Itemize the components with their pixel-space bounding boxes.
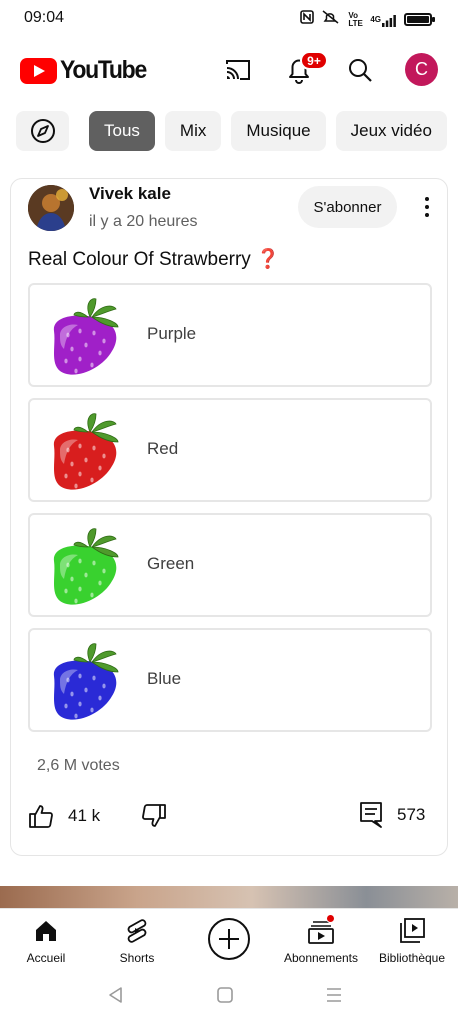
- battery-icon: [404, 13, 435, 26]
- explore-chip[interactable]: [16, 111, 69, 151]
- chip-mix[interactable]: Mix: [164, 111, 222, 151]
- poll-option-label: Purple: [147, 324, 197, 343]
- status-time: 09:04: [24, 9, 65, 26]
- recents-icon[interactable]: [325, 986, 343, 1009]
- comment-count: 573: [397, 805, 426, 824]
- chip-tous[interactable]: Tous: [89, 111, 155, 151]
- nav-label: Shorts: [119, 951, 155, 965]
- strawberry-image: [53, 643, 119, 720]
- strawberry-image: [53, 413, 119, 490]
- home-icon: [0, 917, 92, 945]
- like-button[interactable]: 41 k: [28, 803, 100, 829]
- thumbs-up-icon: [29, 805, 53, 828]
- app-header: YouTube 9+: [0, 46, 458, 94]
- subscribe-button[interactable]: S'abonner: [298, 186, 397, 228]
- like-count: 41 k: [68, 806, 101, 825]
- question-emoji: ❓: [256, 249, 280, 270]
- poll-option-label: Red: [147, 439, 179, 458]
- logo-text: YouTube: [60, 56, 147, 84]
- more-options-icon[interactable]: [419, 196, 435, 218]
- library-icon: [366, 917, 458, 945]
- dislike-button[interactable]: [141, 803, 167, 829]
- system-navigation: [0, 972, 458, 1024]
- poll-option-red[interactable]: Red: [28, 398, 432, 502]
- comments-button[interactable]: 573: [359, 801, 425, 829]
- poll-option-purple[interactable]: Purple: [28, 283, 432, 387]
- bottom-navigation: Accueil Shorts Abonnements Bibliothèque: [0, 908, 458, 972]
- nav-label: Abonnements: [283, 951, 359, 965]
- strawberry-image: [53, 528, 119, 605]
- poll-option-blue[interactable]: Blue: [28, 628, 432, 732]
- comment-icon: [360, 802, 382, 828]
- post-time: il y a 20 heures: [89, 213, 198, 230]
- create-button[interactable]: [208, 918, 250, 960]
- vote-count: 2,6 M votes: [37, 757, 120, 774]
- community-post: Vivek kale il y a 20 heures S'abonner Re…: [10, 178, 448, 856]
- mute-icon: [322, 10, 340, 29]
- nav-label: Accueil: [26, 951, 66, 965]
- chip-jeux-video[interactable]: Jeux vidéo: [335, 111, 447, 151]
- post-text: Real Colour Of Strawberry ❓: [28, 247, 280, 271]
- notifications-button[interactable]: 9+: [283, 51, 328, 86]
- poll-option-green[interactable]: Green: [28, 513, 432, 617]
- compass-icon: [30, 119, 55, 143]
- back-icon[interactable]: [107, 986, 123, 1009]
- channel-avatar[interactable]: [28, 185, 74, 231]
- nav-shorts[interactable]: Shorts: [91, 917, 183, 965]
- nav-accueil[interactable]: Accueil: [0, 917, 92, 965]
- cast-icon[interactable]: [222, 54, 254, 86]
- nfc-icon: [300, 10, 315, 29]
- shorts-icon: [91, 917, 183, 945]
- status-icons: Vo LTE 4G: [300, 10, 435, 29]
- channel-name[interactable]: Vivek kale: [89, 184, 171, 204]
- poll-option-label: Blue: [147, 669, 182, 688]
- post-actions: 41 k 573: [11, 799, 449, 835]
- nav-bibliotheque[interactable]: Bibliothèque: [366, 917, 458, 965]
- poll-option-label: Green: [147, 554, 195, 573]
- home-system-icon[interactable]: [216, 986, 234, 1009]
- account-avatar[interactable]: C: [405, 53, 438, 86]
- create-icon: [219, 929, 239, 949]
- nav-abonnements[interactable]: Abonnements: [275, 914, 367, 965]
- next-video-thumbnail[interactable]: [0, 886, 458, 908]
- status-bar: 09:04 Vo LTE 4G: [0, 0, 458, 38]
- new-content-dot: [326, 914, 335, 923]
- search-icon[interactable]: [344, 54, 376, 86]
- strawberry-image: [53, 298, 119, 375]
- notification-badge: 9+: [300, 51, 328, 70]
- volte-icon: Vo LTE: [348, 10, 363, 28]
- youtube-logo[interactable]: YouTube: [20, 56, 153, 85]
- subscriptions-icon: [275, 914, 367, 945]
- filter-chips: Tous Mix Musique Jeux vidéo: [16, 111, 447, 151]
- youtube-play-icon: [20, 57, 57, 84]
- post-text-body: Real Colour Of Strawberry: [28, 249, 251, 270]
- thumbs-down-icon: [142, 804, 166, 827]
- 4g-signal-icon: 4G: [370, 13, 396, 27]
- nav-label: Bibliothèque: [378, 951, 446, 965]
- chip-musique[interactable]: Musique: [231, 111, 326, 151]
